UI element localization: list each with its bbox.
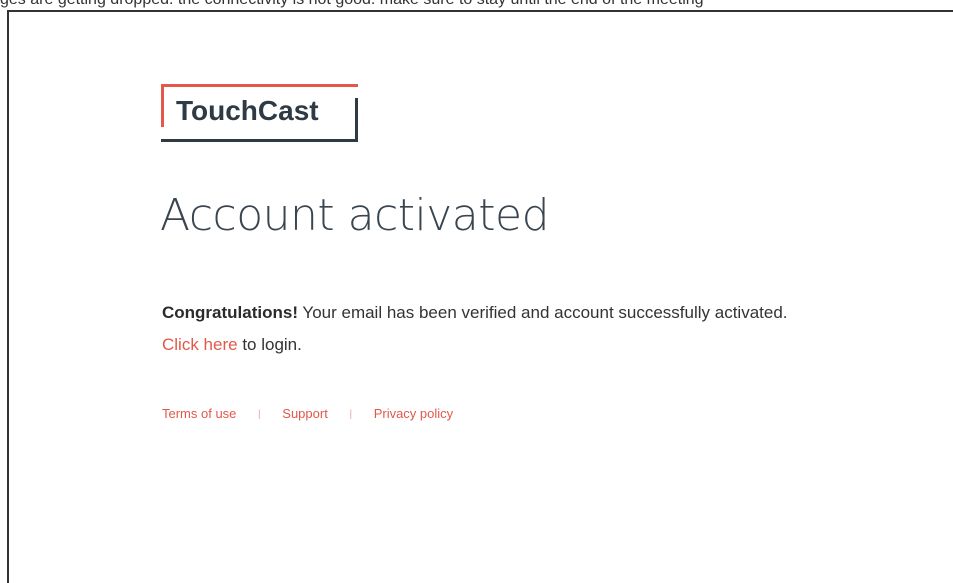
terms-of-use-link[interactable]: Terms of use [162, 406, 236, 421]
login-link[interactable]: Click here [162, 335, 238, 354]
privacy-policy-link[interactable]: Privacy policy [374, 406, 453, 421]
message-line-2: Click here to login. [162, 329, 922, 361]
footer-separator: | [349, 409, 353, 420]
cropped-header-text: ges are getting dropped. the connectivit… [0, 0, 704, 9]
page-title: Account activated [160, 190, 550, 241]
activation-message: Congratulations! Your email has been ver… [162, 297, 922, 361]
message-congrats: Congratulations! [162, 303, 298, 322]
footer-separator: | [258, 409, 261, 420]
logo-frame-right [355, 98, 358, 142]
message-body: Your email has been verified and account… [298, 303, 788, 322]
support-link[interactable]: Support [282, 406, 328, 421]
footer-links: Terms of use | Support | Privacy policy [162, 406, 453, 421]
touchcast-logo: TouchCast [161, 84, 358, 142]
cropped-header-strip: ges are getting dropped. the connectivit… [0, 0, 953, 10]
logo-frame-bottom [161, 139, 358, 142]
login-link-suffix: to login. [237, 335, 302, 354]
message-line-1: Congratulations! Your email has been ver… [162, 297, 922, 329]
logo-frame-top [161, 84, 358, 87]
logo-frame-left [161, 84, 164, 127]
logo-text: TouchCast [176, 95, 319, 126]
